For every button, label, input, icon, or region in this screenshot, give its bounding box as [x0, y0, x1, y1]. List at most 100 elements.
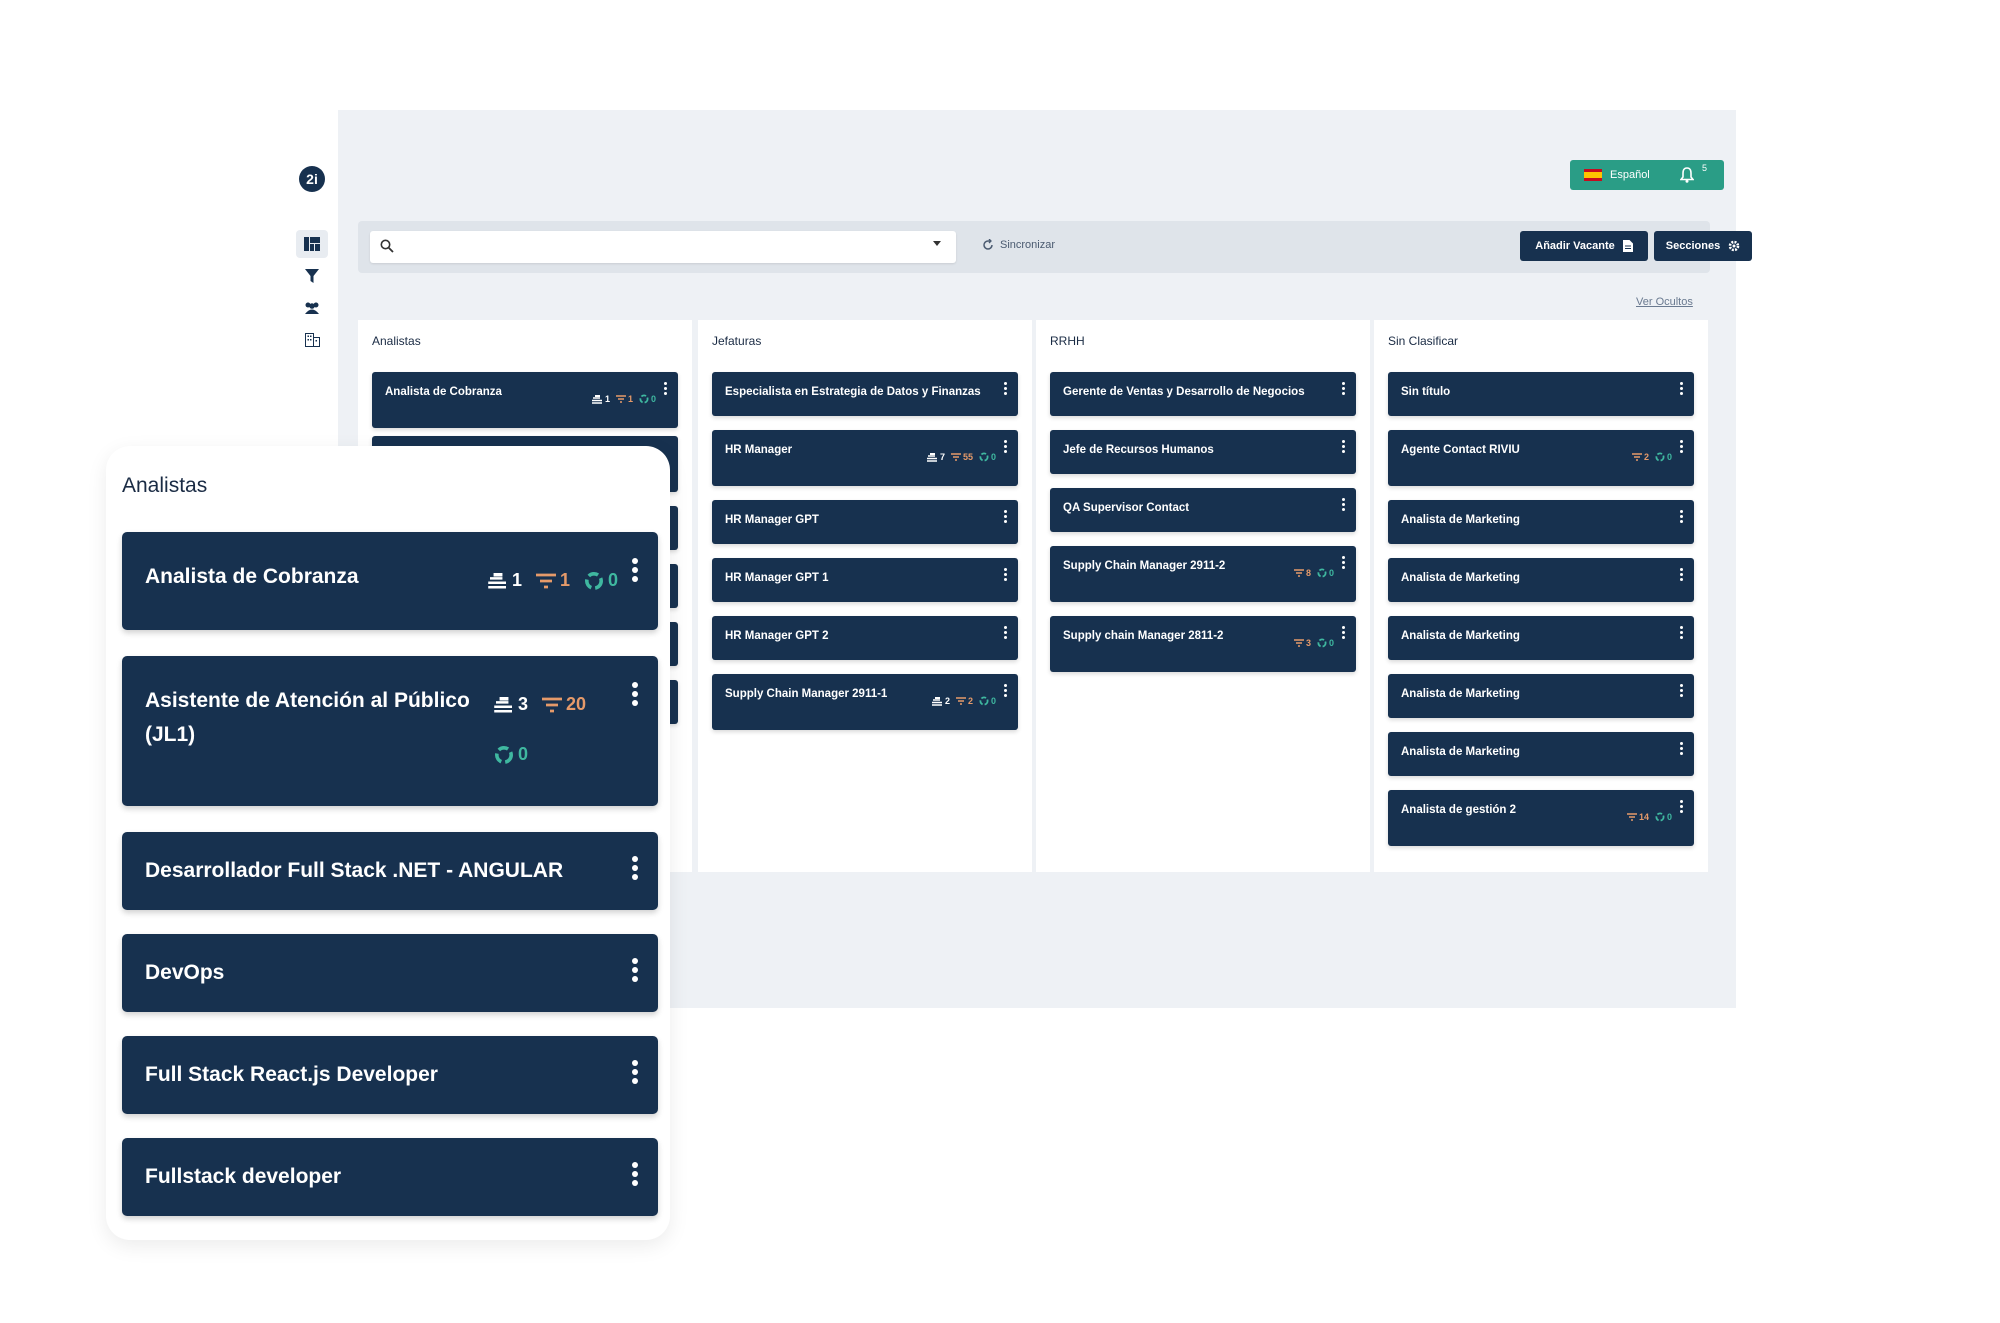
card-title: Especialista en Estrategia de Datos y Fi… [725, 386, 981, 398]
zoomed-column-analistas: Analistas Analista de Cobranza 1 1 0 Asi… [106, 446, 670, 1240]
vacancy-card[interactable]: Full Stack React.js Developer [122, 1036, 658, 1114]
recycled-stat: 0 [1655, 452, 1672, 462]
filter-lines-icon [1626, 813, 1637, 821]
card-menu-icon[interactable] [632, 856, 638, 883]
filtered-stat: 2 [1631, 452, 1649, 462]
card-menu-icon[interactable] [632, 558, 638, 585]
stack-icon [931, 696, 942, 706]
card-menu-icon[interactable] [1004, 684, 1008, 699]
toolbar: Sincronizar Añadir Vacante Secciones [358, 221, 1752, 273]
filter-lines-icon [615, 395, 626, 403]
card-menu-icon[interactable] [1342, 440, 1346, 455]
vacancy-card[interactable]: HR Manager GPT 1 [712, 558, 1018, 602]
sidebar-item-filter[interactable] [296, 262, 328, 290]
sidebar-item-companies[interactable] [296, 326, 328, 354]
card-menu-icon[interactable] [632, 682, 638, 709]
vacancy-card[interactable]: Desarrollador Full Stack .NET - ANGULAR [122, 832, 658, 910]
filtered-stat: 1 [615, 394, 633, 404]
card-menu-icon[interactable] [1004, 626, 1008, 641]
vacancy-card[interactable]: Analista de gestión 2 14 0 [1388, 790, 1694, 846]
sidebar-item-dashboard[interactable] [296, 230, 328, 258]
vacancy-card[interactable]: Analista de Marketing [1388, 558, 1694, 602]
vacancy-card[interactable]: Supply Chain Manager 2911-2 8 0 [1050, 546, 1356, 602]
applicants-stat: 1 [591, 394, 610, 404]
dashboard-icon [304, 237, 320, 251]
card-title: Analista de Marketing [1401, 746, 1520, 758]
recycle-icon [1317, 638, 1327, 648]
card-menu-icon[interactable] [1004, 382, 1008, 397]
vacancy-card[interactable]: Analista de Cobranza 1 1 0 [372, 372, 678, 428]
card-menu-icon[interactable] [1004, 510, 1008, 525]
card-menu-icon[interactable] [1680, 510, 1684, 525]
bell-icon[interactable] [1680, 167, 1694, 183]
search-input[interactable] [406, 237, 910, 259]
recycled-stat: 0 [979, 696, 996, 706]
card-menu-icon[interactable] [1342, 556, 1346, 571]
card-title: Analista de gestión 2 [1401, 804, 1517, 816]
stack-icon [488, 572, 506, 588]
card-menu-icon[interactable] [1004, 440, 1008, 455]
applicants-stat: 2 [931, 696, 950, 706]
recycle-icon [979, 696, 989, 706]
sidebar-item-users[interactable] [296, 294, 328, 322]
vacancy-card[interactable]: HR Manager GPT [712, 500, 1018, 544]
vacancy-card[interactable]: Analista de Marketing [1388, 616, 1694, 660]
card-menu-icon[interactable] [632, 1162, 638, 1189]
vacancy-card[interactable]: Jefe de Recursos Humanos [1050, 430, 1356, 474]
sync-button[interactable]: Sincronizar [982, 239, 1055, 251]
recycle-icon [1317, 568, 1327, 578]
card-menu-icon[interactable] [632, 1060, 638, 1087]
card-stats: 2 0 [1631, 452, 1672, 462]
card-title: Supply Chain Manager 2911-1 [725, 688, 888, 700]
vacancy-card[interactable]: Gerente de Ventas y Desarrollo de Negoci… [1050, 372, 1356, 416]
card-menu-icon[interactable] [1342, 626, 1346, 641]
vacancy-card[interactable]: Analista de Cobranza 1 1 0 [122, 532, 658, 630]
language-label: Español [1610, 169, 1650, 181]
vacancy-card[interactable]: Analista de Marketing [1388, 732, 1694, 776]
vacancy-card[interactable]: Analista de Marketing [1388, 674, 1694, 718]
card-menu-icon[interactable] [1680, 684, 1684, 699]
show-hidden-link[interactable]: Ver Ocultos [1636, 296, 1693, 308]
add-vacancy-button[interactable]: Añadir Vacante [1520, 231, 1648, 261]
filtered-stat: 20 [542, 694, 586, 715]
vacancy-card[interactable]: Especialista en Estrategia de Datos y Fi… [712, 372, 1018, 416]
brand-logo[interactable]: 2i [299, 166, 325, 192]
vacancy-card[interactable]: DevOps [122, 934, 658, 1012]
zoom-column-title: Analistas [122, 474, 208, 497]
document-icon [1622, 240, 1633, 252]
vacancy-card[interactable]: HR Manager GPT 2 [712, 616, 1018, 660]
vacancy-card[interactable]: Supply Chain Manager 2911-1 2 2 0 [712, 674, 1018, 730]
vacancy-card[interactable]: QA Supervisor Contact [1050, 488, 1356, 532]
card-menu-icon[interactable] [1680, 568, 1684, 583]
card-menu-icon[interactable] [632, 958, 638, 985]
card-stats: 8 0 [1293, 568, 1334, 578]
card-menu-icon[interactable] [1342, 382, 1346, 397]
chevron-down-icon[interactable] [932, 241, 942, 247]
column-jefaturas: Jefaturas Especialista en Estrategia de … [698, 320, 1032, 872]
card-menu-icon[interactable] [1680, 626, 1684, 641]
vacancy-card[interactable]: Supply chain Manager 2811-2 3 0 [1050, 616, 1356, 672]
card-menu-icon[interactable] [1680, 382, 1684, 397]
card-menu-icon[interactable] [1004, 568, 1008, 583]
vacancy-card[interactable]: Analista de Marketing [1388, 500, 1694, 544]
card-menu-icon[interactable] [1680, 742, 1684, 757]
vacancy-card[interactable]: Sin título [1388, 372, 1694, 416]
filter-icon [305, 269, 319, 283]
search-box[interactable] [370, 231, 956, 263]
vacancy-card[interactable]: HR Manager 7 55 0 [712, 430, 1018, 486]
vacancy-card[interactable]: Fullstack developer [122, 1138, 658, 1216]
recycled-stat: 0 [979, 452, 996, 462]
filter-lines-icon [955, 697, 966, 705]
card-menu-icon[interactable] [664, 382, 668, 397]
card-menu-icon[interactable] [1680, 440, 1684, 455]
card-menu-icon[interactable] [1680, 800, 1684, 815]
recycled-stat: 0 [1655, 812, 1672, 822]
card-title: DevOps [145, 961, 225, 984]
sections-button[interactable]: Secciones [1654, 231, 1752, 261]
vacancy-card[interactable]: Agente Contact RIVIU 2 0 [1388, 430, 1694, 486]
card-menu-icon[interactable] [1342, 498, 1346, 513]
filtered-stat: 3 [1293, 638, 1311, 648]
language-button[interactable]: Español 5 [1570, 160, 1724, 190]
vacancy-card[interactable]: Asistente de Atención al Público (JL1) 3… [122, 656, 658, 806]
card-title: HR Manager GPT [725, 514, 819, 526]
